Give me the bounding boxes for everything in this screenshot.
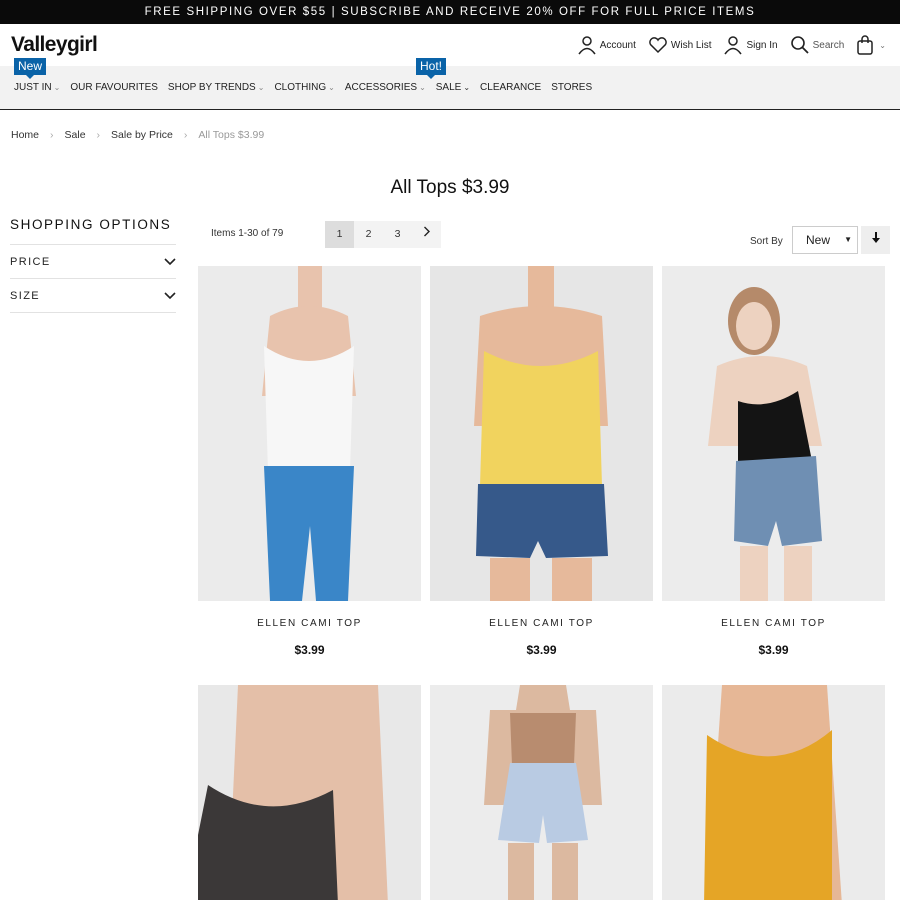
account-icon bbox=[578, 36, 596, 55]
signin-link[interactable]: Sign In bbox=[723, 35, 778, 55]
breadcrumb-sale[interactable]: Sale bbox=[65, 129, 86, 141]
wishlist-link[interactable]: Wish List bbox=[648, 36, 712, 54]
sort-label: Sort By bbox=[750, 236, 783, 247]
nav-item-accessories[interactable]: ACCESSORIES ⌄ bbox=[345, 82, 426, 93]
chevron-down-icon bbox=[164, 257, 176, 265]
shopping-options-heading: SHOPPING OPTIONS bbox=[10, 217, 176, 245]
filter-price[interactable]: PRICE bbox=[10, 245, 176, 279]
nav-label: STORES bbox=[551, 82, 593, 93]
chevron-down-icon bbox=[164, 291, 176, 299]
nav-label: SHOP BY TRENDS bbox=[167, 82, 256, 93]
pagination: 1 2 3 bbox=[325, 221, 441, 248]
chevron-down-icon: ⌄ bbox=[419, 83, 426, 92]
nav-label: CLEARANCE bbox=[480, 82, 542, 93]
wishlist-label: Wish List bbox=[670, 39, 712, 51]
nav-label: SALE bbox=[435, 82, 462, 93]
page-1-button[interactable]: 1 bbox=[325, 221, 354, 248]
chevron-down-icon: ⌄ bbox=[463, 83, 471, 92]
user-icon bbox=[724, 36, 743, 55]
search-label: Search bbox=[812, 39, 845, 51]
model-photo bbox=[430, 266, 653, 601]
search-link[interactable]: Search bbox=[790, 35, 845, 55]
new-tag: New bbox=[14, 58, 47, 79]
account-label: Account bbox=[599, 39, 636, 51]
nav-label: OUR FAVOURITES bbox=[70, 82, 158, 93]
chevron-down-icon: ⌄ bbox=[53, 83, 61, 92]
product-image[interactable] bbox=[662, 685, 885, 900]
breadcrumb-current: All Tops $3.99 bbox=[198, 129, 265, 141]
nav-item-stores[interactable]: STORES bbox=[551, 82, 592, 93]
signin-label: Sign In bbox=[746, 39, 778, 51]
chevron-right-icon: › bbox=[50, 129, 54, 141]
product-card[interactable] bbox=[198, 685, 421, 900]
chevron-down-icon: ⌄ bbox=[879, 40, 886, 50]
product-card[interactable]: ELLEN CAMI TOP $3.99 bbox=[198, 266, 421, 657]
nav-label: CLOTHING bbox=[274, 82, 327, 93]
next-page-button[interactable] bbox=[412, 221, 441, 248]
product-name[interactable]: ELLEN CAMI TOP bbox=[430, 618, 653, 629]
product-card[interactable]: ELLEN CAMI TOP $3.99 bbox=[430, 266, 653, 657]
chevron-down-icon: ⌄ bbox=[328, 83, 335, 92]
main-nav: New Hot! JUST IN ⌄ OUR FAVOURITES SHOP BY… bbox=[0, 58, 900, 110]
cart-link[interactable]: ⌄ bbox=[856, 35, 886, 55]
product-image[interactable] bbox=[198, 685, 421, 900]
search-icon bbox=[790, 36, 809, 54]
product-image[interactable] bbox=[430, 685, 653, 900]
product-name[interactable]: ELLEN CAMI TOP bbox=[198, 618, 421, 629]
chevron-right-icon: › bbox=[96, 129, 101, 141]
nav-item-our-favourites[interactable]: OUR FAVOURITES bbox=[70, 82, 158, 93]
item-count: Items 1-30 of 79 bbox=[211, 228, 284, 239]
sort-select[interactable]: New ▼ bbox=[792, 226, 858, 254]
filter-size[interactable]: SIZE bbox=[10, 279, 176, 313]
product-card[interactable] bbox=[662, 685, 885, 900]
breadcrumb: Home › Sale › Sale by Price › All Tops $… bbox=[11, 129, 264, 141]
bag-icon bbox=[857, 35, 874, 55]
nav-label: JUST IN bbox=[14, 82, 52, 93]
model-photo bbox=[662, 685, 885, 900]
chevron-right-icon bbox=[423, 226, 430, 237]
model-photo bbox=[662, 266, 885, 601]
nav-item-clearance[interactable]: CLEARANCE bbox=[480, 82, 541, 93]
heart-icon bbox=[649, 37, 667, 54]
filter-label: PRICE bbox=[10, 255, 51, 268]
product-image[interactable] bbox=[430, 266, 653, 601]
product-card[interactable] bbox=[430, 685, 653, 900]
product-price: $3.99 bbox=[758, 643, 789, 657]
product-name[interactable]: ELLEN CAMI TOP bbox=[662, 618, 885, 629]
product-image[interactable] bbox=[662, 266, 885, 601]
product-image[interactable] bbox=[198, 266, 421, 601]
page-2-button[interactable]: 2 bbox=[354, 221, 383, 248]
promo-banner[interactable]: FREE SHIPPING OVER $55 | SUBSCRIBE AND R… bbox=[0, 0, 900, 24]
shopping-options: SHOPPING OPTIONS PRICE SIZE bbox=[10, 217, 176, 313]
nav-item-just-in[interactable]: JUST IN ⌄ bbox=[14, 82, 60, 93]
nav-item-shop-by-trends[interactable]: SHOP BY TRENDS ⌄ bbox=[168, 82, 265, 93]
nav-label: ACCESSORIES bbox=[344, 82, 418, 93]
page-3-button[interactable]: 3 bbox=[383, 221, 412, 248]
product-card[interactable]: ELLEN CAMI TOP $3.99 bbox=[662, 266, 885, 657]
page-title: All Tops $3.99 bbox=[390, 177, 510, 198]
arrow-down-icon bbox=[871, 232, 880, 243]
brand-logo[interactable]: Valleygirl bbox=[11, 33, 98, 57]
model-photo bbox=[198, 685, 421, 900]
breadcrumb-sale-by-price[interactable]: Sale by Price bbox=[111, 129, 173, 141]
sort-value: New bbox=[806, 233, 831, 247]
nav-item-sale[interactable]: SALE ⌄ bbox=[436, 82, 470, 93]
product-price: $3.99 bbox=[526, 643, 557, 657]
product-price: $3.99 bbox=[294, 643, 325, 657]
breadcrumb-home[interactable]: Home bbox=[11, 129, 39, 141]
header-links: Account Wish List Sign In Search ⌄ bbox=[565, 35, 886, 55]
hot-tag: Hot! bbox=[416, 58, 447, 79]
filter-label: SIZE bbox=[10, 289, 41, 302]
sort-direction-button[interactable] bbox=[861, 226, 890, 254]
model-photo bbox=[198, 266, 421, 601]
chevron-right-icon: › bbox=[183, 129, 188, 141]
caret-down-icon: ▼ bbox=[844, 235, 852, 244]
account-link[interactable]: Account bbox=[577, 35, 636, 55]
chevron-down-icon: ⌄ bbox=[257, 83, 265, 92]
model-photo bbox=[430, 685, 653, 900]
nav-item-clothing[interactable]: CLOTHING ⌄ bbox=[274, 82, 334, 93]
